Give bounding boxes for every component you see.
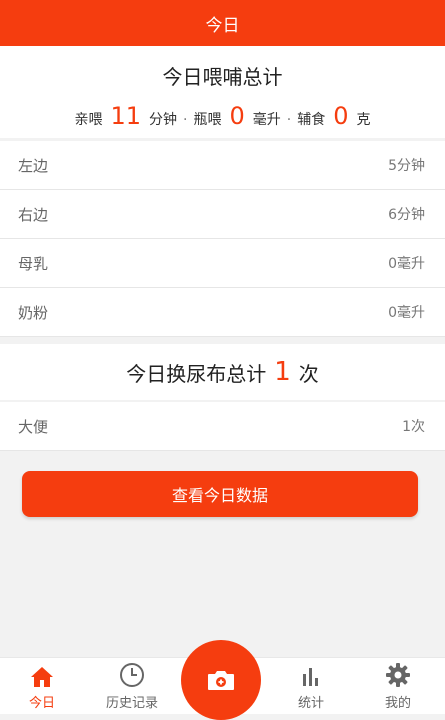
row-label: 奶粉 [18, 303, 49, 322]
breast-label: 亲喂 [74, 112, 103, 128]
clock-icon [120, 663, 144, 687]
breast-value: 11 [110, 102, 142, 130]
bottle-label: 瓶喂 [193, 112, 222, 128]
list-item[interactable]: 母乳 0毫升 [0, 239, 445, 288]
tab-label: 历史记录 [105, 696, 158, 711]
separator: · [183, 112, 188, 128]
row-value: 1次 [402, 419, 425, 435]
solid-value: 0 [333, 102, 349, 130]
feeding-list: 左边 5分钟 右边 6分钟 母乳 0毫升 奶粉 0毫升 [0, 141, 445, 337]
bottle-value: 0 [229, 102, 245, 130]
tab-label: 我的 [384, 696, 411, 711]
diaper-title-suffix: 次 [298, 361, 319, 386]
list-item[interactable]: 大便 1次 [0, 402, 445, 451]
separator: · [286, 112, 292, 128]
row-label: 母乳 [18, 254, 49, 273]
solid-label: 辅食 [297, 112, 326, 128]
home-icon [31, 667, 53, 687]
feeding-summary-line: 亲喂 11 分钟 · 瓶喂 0 毫升 · 辅食 0 克 [0, 102, 445, 130]
header: 今日 [0, 0, 445, 46]
page-title: 今日 [205, 15, 240, 36]
bottle-unit: 毫升 [252, 112, 281, 128]
row-value: 6分钟 [388, 207, 425, 223]
row-value: 0毫升 [388, 305, 425, 321]
camera-icon [208, 671, 234, 690]
view-today-data-button[interactable]: 查看今日数据 [22, 471, 418, 517]
gear-icon [386, 663, 410, 687]
bar-chart-icon [303, 668, 318, 686]
tab-label: 统计 [297, 696, 324, 711]
row-label: 大便 [18, 417, 49, 436]
camera-button[interactable] [181, 640, 261, 720]
diaper-title: 今日换尿布总计 1 次 [0, 344, 445, 400]
row-value: 5分钟 [388, 158, 425, 174]
diaper-count: 1 [274, 357, 291, 387]
tab-today[interactable]: 今日 [2, 658, 82, 714]
row-label: 左边 [18, 156, 49, 175]
row-value: 0毫升 [388, 256, 425, 272]
list-item[interactable]: 奶粉 0毫升 [0, 288, 445, 337]
list-item[interactable]: 左边 5分钟 [0, 141, 445, 190]
solid-unit: 克 [356, 112, 371, 128]
list-item[interactable]: 右边 6分钟 [0, 190, 445, 239]
diaper-title-prefix: 今日换尿布总计 [126, 361, 267, 386]
row-label: 右边 [18, 205, 49, 224]
tab-history[interactable]: 历史记录 [92, 658, 172, 714]
diaper-list: 大便 1次 [0, 402, 445, 451]
breast-unit: 分钟 [149, 112, 178, 128]
tab-statistics[interactable]: 统计 [271, 658, 351, 714]
feeding-summary: 今日喂哺总计 亲喂 11 分钟 · 瓶喂 0 毫升 · 辅食 0 克 [0, 46, 445, 138]
tab-mine[interactable]: 我的 [358, 658, 438, 714]
tab-label: 今日 [28, 696, 55, 711]
feeding-title: 今日喂哺总计 [162, 65, 283, 89]
